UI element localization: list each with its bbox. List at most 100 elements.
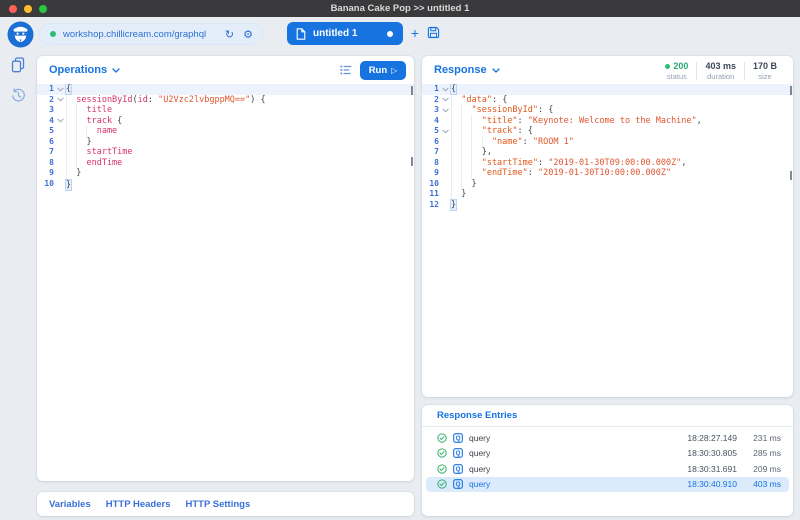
code-token: : (523, 137, 533, 147)
indent-guide (461, 137, 471, 148)
fold-chevron-icon[interactable] (439, 126, 451, 137)
response-entries-header: Response Entries (422, 405, 793, 427)
toolbar: workshop.chillicream.com/graphql ↻ ⚙ unt… (0, 17, 800, 50)
success-check-icon (437, 448, 447, 458)
query-type-icon: Q (453, 433, 463, 443)
line-number: 6 (37, 137, 54, 148)
response-panel: Response 200 status 403 ms duration 170 … (422, 56, 793, 397)
fold-chevron-icon[interactable] (439, 84, 451, 95)
line-number: 7 (422, 147, 439, 158)
code-line[interactable]: 11} (422, 189, 793, 200)
line-number: 2 (37, 95, 54, 106)
response-editor[interactable]: 1{2"data": {3"sessionById": {4"title": "… (422, 84, 793, 395)
fold-chevron-icon[interactable] (54, 116, 66, 127)
request-options-tabs: Variables HTTP Headers HTTP Settings (37, 492, 414, 517)
tab-label: untitled 1 (313, 28, 387, 39)
indent-guide (451, 158, 461, 169)
schema-endpoint-input[interactable]: workshop.chillicream.com/graphql ↻ ⚙ (39, 23, 263, 45)
code-token: id (138, 95, 148, 105)
left-rail (0, 50, 36, 520)
indent-guide (451, 179, 461, 190)
code-line[interactable]: 8endTime (37, 158, 414, 169)
run-button[interactable]: Run ▷ (360, 61, 406, 80)
fold-chevron-icon[interactable] (54, 95, 66, 106)
indent-guide (461, 105, 471, 116)
fold-spacer (439, 147, 451, 158)
indent-guide (66, 95, 76, 106)
new-tab-button[interactable]: + (407, 24, 423, 42)
code-line[interactable]: 7}, (422, 147, 793, 158)
indent-guide (66, 168, 76, 179)
line-number: 3 (37, 105, 54, 116)
response-entry-row[interactable]: Qquery18:28:27.149231 ms (426, 430, 789, 446)
line-number: 4 (422, 116, 439, 127)
operations-editor[interactable]: 1{2sessionById(id: "U2Vzc2lvbgppMQ==") {… (37, 84, 414, 479)
connection-status-dot (50, 31, 56, 37)
close-window-button[interactable] (9, 5, 17, 13)
indent-guide (76, 116, 86, 127)
operations-panel: Operations Run ▷ 1{2sessionById(id: "U2V… (37, 56, 414, 481)
code-line[interactable]: 1{ (422, 84, 793, 95)
fold-chevron-icon[interactable] (54, 84, 66, 95)
response-title-dropdown[interactable]: Response (434, 64, 500, 76)
code-line[interactable]: 7startTime (37, 147, 414, 158)
operations-title-dropdown[interactable]: Operations (49, 64, 120, 76)
chillicream-logo[interactable] (7, 21, 34, 48)
code-line[interactable]: 12} (422, 200, 793, 211)
code-line[interactable]: 9} (37, 168, 414, 179)
format-document-icon[interactable] (340, 65, 352, 75)
entry-duration: 403 ms (737, 479, 781, 489)
response-entry-row[interactable]: Qquery18:30:40.910403 ms (426, 477, 789, 493)
code-line[interactable]: 5name (37, 126, 414, 137)
code-line[interactable]: 1{ (37, 84, 414, 95)
indent-guide (451, 95, 461, 106)
tab-http-headers[interactable]: HTTP Headers (106, 499, 171, 510)
save-document-button[interactable] (427, 26, 440, 39)
code-line[interactable]: 10} (422, 179, 793, 190)
svg-text:Q: Q (456, 466, 461, 473)
code-line[interactable]: 4"title": "Keynote: Welcome to the Machi… (422, 116, 793, 127)
entry-label: query (469, 464, 665, 474)
code-line[interactable]: 2sessionById(id: "U2Vzc2lvbgppMQ==") { (37, 95, 414, 106)
zoom-window-button[interactable] (39, 5, 47, 13)
endpoint-url[interactable]: workshop.chillicream.com/graphql (63, 29, 225, 40)
minimize-window-button[interactable] (24, 5, 32, 13)
indent-guide (76, 147, 86, 158)
fold-chevron-icon[interactable] (439, 95, 451, 106)
code-token: "track" (482, 126, 518, 136)
code-line[interactable]: 3"sessionById": { (422, 105, 793, 116)
code-line[interactable]: 9"endTime": "2019-01-30T10:00:00.000Z" (422, 168, 793, 179)
code-token: } (471, 179, 476, 189)
response-entry-row[interactable]: Qquery18:30:31.691209 ms (426, 461, 789, 477)
response-entry-row[interactable]: Qquery18:30:30.805285 ms (426, 446, 789, 462)
indent-guide (471, 116, 481, 127)
fold-chevron-icon[interactable] (439, 105, 451, 116)
refresh-schema-icon[interactable]: ↻ (225, 29, 234, 40)
entry-timestamp: 18:30:40.910 (665, 479, 737, 489)
indent-guide (461, 158, 471, 169)
documents-icon[interactable] (0, 50, 36, 80)
indent-guide (66, 137, 76, 148)
indent-guide (451, 116, 461, 127)
code-line[interactable]: 6"name": "ROOM 1" (422, 137, 793, 148)
indent-guide (482, 137, 492, 148)
code-token: "Keynote: Welcome to the Machine" (528, 116, 697, 126)
code-line[interactable]: 6} (37, 137, 414, 148)
code-token: "2019-01-30T10:00:00.000Z" (538, 168, 671, 178)
history-icon[interactable] (0, 80, 36, 110)
code-token: : (148, 95, 158, 105)
code-line[interactable]: 10} (37, 179, 414, 190)
code-line[interactable]: 5"track": { (422, 126, 793, 137)
duration-stat: 403 ms duration (697, 61, 744, 81)
tab-http-settings[interactable]: HTTP Settings (186, 499, 251, 510)
connection-settings-gear-icon[interactable]: ⚙ (243, 29, 253, 40)
document-tab-untitled-1[interactable]: untitled 1 (287, 22, 403, 45)
code-line[interactable]: 8"startTime": "2019-01-30T09:00:00.000Z"… (422, 158, 793, 169)
tab-variables[interactable]: Variables (49, 499, 91, 510)
code-line[interactable]: 3title (37, 105, 414, 116)
code-line[interactable]: 2"data": { (422, 95, 793, 106)
line-number: 1 (37, 84, 54, 95)
entry-timestamp: 18:30:30.805 (665, 448, 737, 458)
indent-guide (66, 105, 76, 116)
code-line[interactable]: 4track { (37, 116, 414, 127)
